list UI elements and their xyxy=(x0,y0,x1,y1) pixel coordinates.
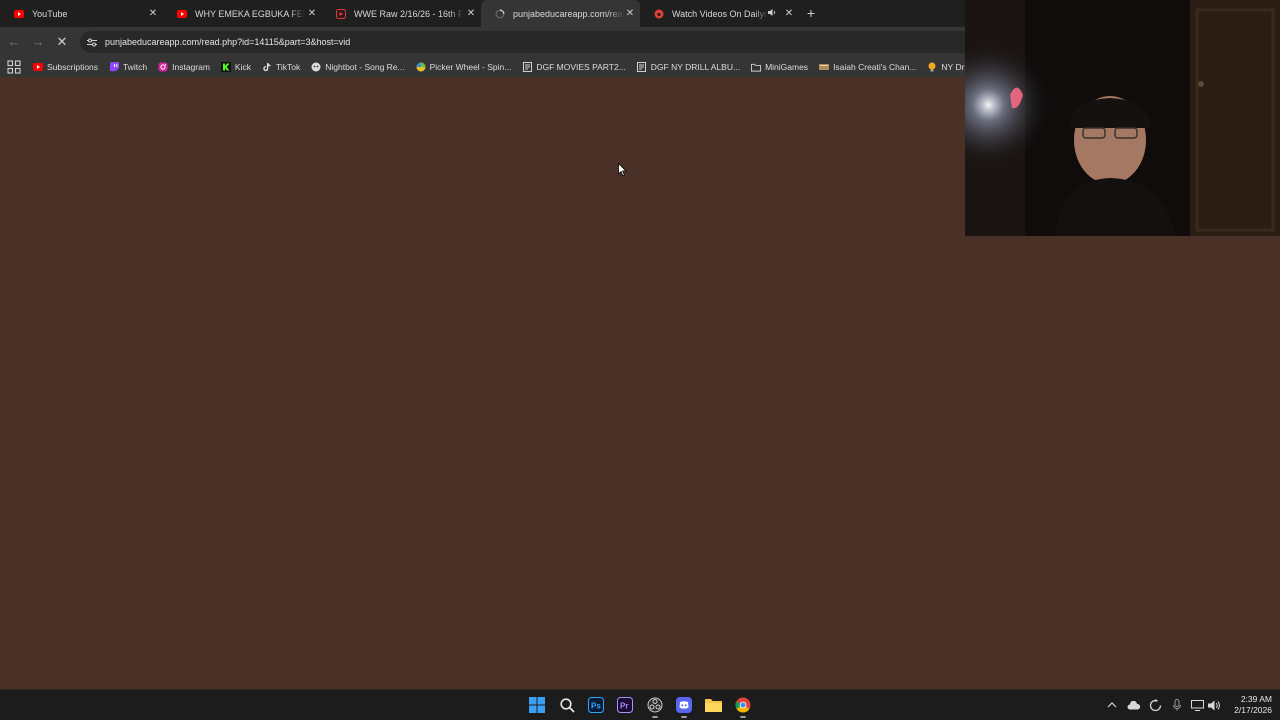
picker-wheel-icon xyxy=(416,62,426,72)
close-icon[interactable]: ✕ xyxy=(624,8,636,20)
bookmark-label: DGF NY DRILL ALBU... xyxy=(650,62,741,72)
photoshop-icon[interactable]: Ps xyxy=(586,695,606,715)
bookmark-kick[interactable]: Kick xyxy=(220,62,251,72)
tab-strip: YouTube ✕ WHY EMEKA EGBUKA FELL OFF ✕ WW… xyxy=(0,0,965,27)
obs-icon[interactable] xyxy=(645,695,665,718)
bulb-icon xyxy=(927,62,937,72)
bookmark-label: Subscriptions xyxy=(47,62,99,72)
bookmark-label: Twitch xyxy=(123,62,148,72)
close-icon[interactable]: ✕ xyxy=(306,8,318,20)
tab-title: WHY EMEKA EGBUKA FELL OFF xyxy=(195,8,306,19)
youtube-icon xyxy=(14,9,24,19)
webcam-feed-image xyxy=(965,0,1280,236)
windows-taskbar: Ps Pr 2:39 AM 2/17/2026 xyxy=(0,689,1280,720)
mouse-cursor-icon xyxy=(618,163,627,177)
tab-title: WWE Raw 2/16/26 - 16th February xyxy=(354,8,465,19)
system-clock[interactable]: 2:39 AM 2/17/2026 xyxy=(1234,694,1272,716)
webcam-overlay xyxy=(965,0,1280,236)
tab-wwe-raw[interactable]: WWE Raw 2/16/26 - 16th February ✕ xyxy=(322,0,481,27)
bookmark-label: MiniGames xyxy=(765,62,809,72)
bookmark-tiktok[interactable]: TikTok xyxy=(262,62,300,72)
bookmarks-bar: Subscriptions Twitch Instagram Kick TikT… xyxy=(0,57,965,77)
close-icon[interactable]: ✕ xyxy=(147,8,159,20)
clock-date: 2/17/2026 xyxy=(1234,705,1272,715)
tab-emeka[interactable]: WHY EMEKA EGBUKA FELL OFF ✕ xyxy=(163,0,322,27)
bookmark-dgf-movies[interactable]: DGF MOVIES PART2... xyxy=(522,62,626,72)
nightbot-icon xyxy=(311,62,321,72)
bookmark-label: Isaiah Creati's Chan... xyxy=(833,62,917,72)
svg-text:Pr: Pr xyxy=(620,702,628,711)
page-icon xyxy=(522,62,532,72)
tab-punjabeducare[interactable]: punjabeducareapp.com/read.php ✕ xyxy=(481,0,640,27)
clock-time: 2:39 AM xyxy=(1240,694,1272,704)
bookmark-ny-drill-deads[interactable]: NY Drill Deads Qu xyxy=(927,62,965,72)
search-icon[interactable] xyxy=(557,695,577,715)
discord-icon[interactable] xyxy=(674,695,694,718)
network-icon[interactable] xyxy=(1190,698,1204,712)
tab-title: YouTube xyxy=(32,8,68,19)
address-bar[interactable]: punjabeducareapp.com/read.php?id=14115&p… xyxy=(80,31,965,53)
bookmark-label: TikTok xyxy=(275,62,301,72)
browser-toolbar: ← → ✕ punjabeducareapp.com/read.php?id=1… xyxy=(0,27,965,57)
svg-text:Ps: Ps xyxy=(591,702,601,711)
channel-icon xyxy=(819,62,830,72)
bookmark-subscriptions[interactable]: Subscriptions xyxy=(33,62,98,72)
running-indicator xyxy=(740,716,746,718)
close-icon[interactable]: ✕ xyxy=(783,8,795,20)
bookmark-label: Picker Wheel - Spin... xyxy=(429,62,512,72)
bookmark-label: Kick xyxy=(234,62,251,72)
bookmark-label: NY Drill Deads Qu xyxy=(941,62,965,72)
bookmark-twitch[interactable]: Twitch xyxy=(109,62,147,72)
bookmark-picker-wheel[interactable]: Picker Wheel - Spin... xyxy=(416,62,512,72)
tv-icon xyxy=(336,8,346,19)
forward-arrow-icon[interactable]: → xyxy=(30,34,46,50)
file-explorer-icon[interactable] xyxy=(703,695,723,715)
loading-spinner-icon xyxy=(495,9,505,19)
sync-icon[interactable] xyxy=(1148,698,1162,712)
page-icon xyxy=(637,62,647,72)
url-text: punjabeducareapp.com/read.php?id=14115&p… xyxy=(105,37,351,47)
speaker-icon[interactable] xyxy=(768,8,777,19)
bookmark-label: Instagram xyxy=(172,62,210,72)
tab-youtube[interactable]: YouTube ✕ xyxy=(0,0,163,27)
new-tab-plus-icon[interactable]: + xyxy=(803,6,819,22)
back-arrow-icon[interactable]: ← xyxy=(6,34,22,50)
twitch-icon xyxy=(109,62,119,72)
running-indicator xyxy=(652,716,658,718)
stop-loading-icon[interactable]: ✕ xyxy=(54,34,70,50)
bookmark-nightbot[interactable]: Nightbot - Song Re... xyxy=(311,62,405,72)
youtube-icon xyxy=(177,9,187,19)
site-settings-icon[interactable] xyxy=(84,34,100,50)
cloud-icon[interactable] xyxy=(1127,698,1141,712)
bookmark-label: DGF MOVIES PART2... xyxy=(536,62,626,72)
tab-title: punjabeducareapp.com/read.php xyxy=(513,8,624,19)
tab-dailymotion[interactable]: Watch Videos On Dailymotion ✕ xyxy=(640,0,799,27)
running-indicator xyxy=(681,716,687,718)
windows-start-icon[interactable] xyxy=(527,695,547,715)
bookmark-isaiah-channel[interactable]: Isaiah Creati's Chan... xyxy=(819,62,916,72)
bookmark-instagram[interactable]: Instagram xyxy=(158,62,210,72)
microphone-icon[interactable] xyxy=(1170,698,1184,712)
premiere-icon[interactable]: Pr xyxy=(615,695,635,715)
dailymotion-icon xyxy=(654,9,664,19)
bookmark-dgf-ny-drill[interactable]: DGF NY DRILL ALBU... xyxy=(637,62,740,72)
youtube-icon xyxy=(33,62,43,72)
apps-grid-icon[interactable] xyxy=(7,60,21,74)
volume-icon[interactable] xyxy=(1207,698,1221,712)
chrome-icon[interactable] xyxy=(733,695,753,718)
bookmark-label: Nightbot - Song Re... xyxy=(325,62,405,72)
folder-icon xyxy=(751,62,762,72)
chevron-up-icon[interactable] xyxy=(1105,698,1119,712)
instagram-icon xyxy=(158,62,168,72)
tiktok-icon xyxy=(262,62,272,72)
close-icon[interactable]: ✕ xyxy=(465,8,477,20)
tab-title: Watch Videos On Dailymotion xyxy=(672,8,768,19)
kick-icon xyxy=(220,62,231,72)
bookmark-folder-minigames[interactable]: MiniGames xyxy=(751,62,808,72)
